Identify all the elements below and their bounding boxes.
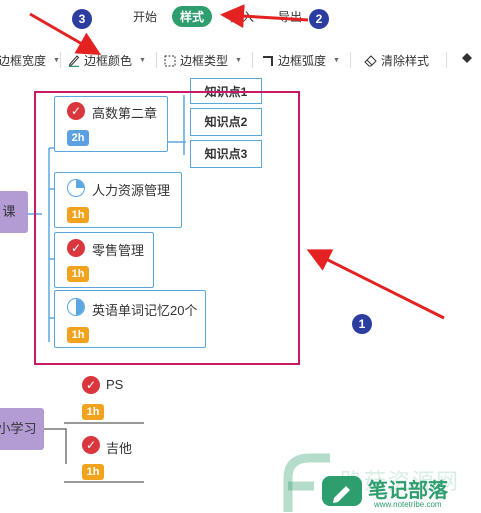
- arrow-to-style-tab: [220, 4, 309, 29]
- arrow-to-border-color: [29, 12, 102, 55]
- arrow-to-selection: [306, 249, 445, 320]
- annotation-arrows: [29, 4, 445, 320]
